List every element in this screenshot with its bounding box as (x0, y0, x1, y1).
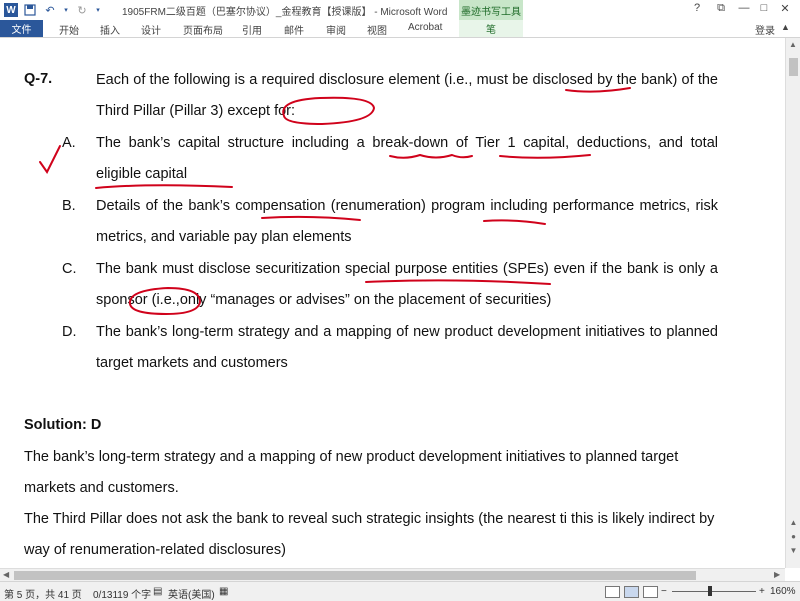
web-layout-icon[interactable] (643, 586, 658, 598)
language-indicator[interactable]: 英语(美国) (168, 586, 215, 601)
maximize-button[interactable]: □ (755, 2, 773, 14)
solution-heading: Solution: D (24, 417, 102, 433)
word-count[interactable]: 0/13119 个字 (93, 586, 151, 601)
status-bar: 第 5 页，共 41 页 0/13119 个字 ▤ 英语(美国) ▦ − + 1… (0, 581, 800, 601)
option-letter-a: A. (62, 135, 76, 151)
next-page-icon[interactable]: ▼ (788, 546, 799, 556)
tab-review[interactable]: 审阅 (326, 22, 346, 37)
customize-toolbar-icon[interactable]: ▾ (94, 3, 102, 17)
tab-design[interactable]: 设计 (141, 22, 161, 37)
vertical-scrollbar[interactable]: ▲ ▲ ● ▼ (785, 38, 800, 568)
vertical-scroll-thumb[interactable] (789, 58, 798, 76)
save-icon[interactable] (22, 3, 38, 17)
sign-in-link[interactable]: 登录 (755, 22, 775, 37)
option-letter-c: C. (62, 261, 77, 277)
print-layout-icon[interactable] (624, 586, 639, 598)
collapse-ribbon-icon[interactable]: ▲ (781, 22, 790, 32)
proofing-icon[interactable]: ▤ (153, 586, 162, 597)
help-button[interactable]: ? (688, 2, 706, 14)
redo-icon[interactable]: ↻ (74, 3, 90, 17)
window-title: 1905FRM二级百题（巴塞尔协议）_金程教育【授课版】 - Microsoft… (122, 7, 448, 18)
tab-view[interactable]: 视图 (367, 22, 387, 37)
solution-paragraph-1: The bank’s long-term strategy and a mapp… (24, 449, 679, 496)
option-d-text: The bank’s long-term strategy and a mapp… (96, 324, 718, 371)
horizontal-scrollbar[interactable]: ◀ ▶ (0, 568, 785, 582)
ink-check-mark (39, 145, 61, 174)
contextual-tab-group: 墨迹书写工具 (459, 0, 523, 20)
option-b-text: Details of the bank’s compensation (renu… (96, 198, 718, 245)
zoom-slider-track[interactable] (672, 591, 756, 592)
zoom-slider-knob[interactable] (708, 586, 712, 596)
zoom-in-button[interactable]: + (759, 586, 765, 597)
read-mode-icon[interactable] (605, 586, 620, 598)
tab-mailings[interactable]: 邮件 (284, 22, 304, 37)
horizontal-scroll-thumb[interactable] (14, 571, 696, 580)
word-app-icon[interactable]: W (4, 3, 18, 17)
tab-pen[interactable]: 笔 (459, 20, 523, 37)
document-page[interactable]: Q-7. Each of the following is a required… (0, 38, 785, 568)
close-button[interactable]: ✕ (776, 2, 794, 15)
undo-icon[interactable]: ↶ (42, 3, 58, 17)
option-a-text: The bank’s capital structure including a… (96, 135, 718, 182)
option-c-text: The bank must disclose securitization sp… (96, 261, 718, 308)
question-label: Q-7. (24, 71, 53, 87)
scroll-right-icon[interactable]: ▶ (774, 570, 780, 579)
scroll-left-icon[interactable]: ◀ (3, 570, 9, 579)
tab-file[interactable]: 文件 (0, 20, 43, 37)
undo-dropdown-icon[interactable]: ▾ (62, 3, 70, 17)
solution-paragraph-2: The Third Pillar does not ask the bank t… (24, 511, 715, 558)
previous-page-icon[interactable]: ▲ (788, 518, 799, 528)
scroll-up-icon[interactable]: ▲ (789, 40, 797, 49)
tab-home[interactable]: 开始 (59, 22, 79, 37)
tab-insert[interactable]: 插入 (100, 22, 120, 37)
ribbon-display-options-icon[interactable]: ⧉ (712, 2, 730, 15)
ribbon-tabs: 文件 开始 插入 设计 页面布局 引用 邮件 审阅 视图 Acrobat 笔 登… (0, 20, 800, 38)
tab-acrobat[interactable]: Acrobat (408, 22, 442, 33)
option-letter-d: D. (62, 324, 77, 340)
browse-object-icon[interactable]: ● (788, 532, 799, 542)
minimize-button[interactable]: — (735, 2, 753, 14)
question-stem: Each of the following is a required disc… (96, 72, 718, 119)
page-indicator[interactable]: 第 5 页，共 41 页 (4, 586, 82, 601)
zoom-level[interactable]: 160% (770, 586, 796, 597)
title-bar: W ↶ ▾ ↻ ▾ 1905FRM二级百题（巴塞尔协议）_金程教育【授课版】 -… (0, 0, 800, 20)
option-letter-b: B. (62, 198, 76, 214)
quick-access-toolbar: W ↶ ▾ ↻ ▾ (4, 2, 106, 18)
tab-page-layout[interactable]: 页面布局 (183, 22, 223, 37)
macro-record-icon[interactable]: ▦ (219, 586, 228, 597)
zoom-out-button[interactable]: − (661, 586, 667, 597)
tab-references[interactable]: 引用 (242, 22, 262, 37)
